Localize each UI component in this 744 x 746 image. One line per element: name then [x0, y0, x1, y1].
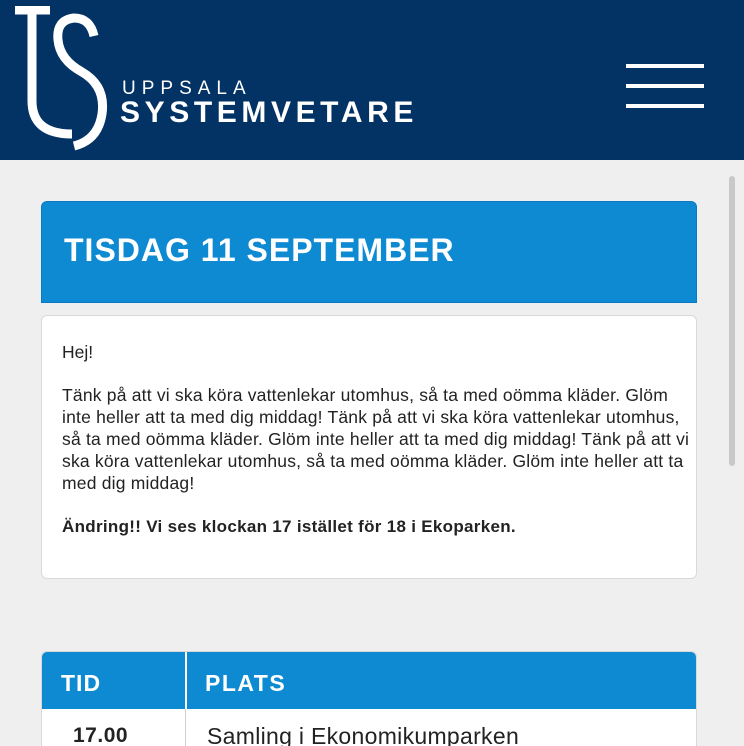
menu-bar — [626, 104, 704, 108]
day-title: TISDAG 11 SEPTEMBER — [64, 232, 455, 268]
column-divider — [185, 709, 186, 746]
info-card: Hej! Tänk på att vi ska köra vattenlekar… — [41, 315, 697, 579]
column-divider — [185, 652, 187, 709]
hamburger-menu-icon[interactable] — [626, 64, 704, 112]
table-row-time: 17.00 — [73, 724, 129, 746]
schedule-header-row: TID PLATS — [42, 652, 696, 709]
column-header-plats: PLATS — [205, 670, 287, 696]
schedule-table: TID PLATS 17.00 Samling i Ekonomikumpark… — [41, 651, 697, 746]
menu-bar — [626, 64, 704, 68]
scrollbar[interactable] — [729, 176, 735, 466]
change-notice: Ändring!! Vi ses klockan 17 istället för… — [62, 517, 516, 536]
table-row-place: Samling i Ekonomikumparken — [207, 723, 520, 746]
logo-text-systemvetare: SYSTEMVETARE — [120, 96, 419, 129]
logo-icon[interactable] — [12, 6, 112, 151]
menu-bar — [626, 84, 704, 88]
site-header: UPPSALA SYSTEMVETARE — [0, 0, 744, 160]
day-header: TISDAG 11 SEPTEMBER — [41, 201, 697, 303]
greeting-text: Hej! — [62, 342, 94, 362]
info-body-text: Tänk på att vi ska köra vattenlekar utom… — [62, 385, 690, 493]
column-header-tid: TID — [61, 670, 102, 696]
